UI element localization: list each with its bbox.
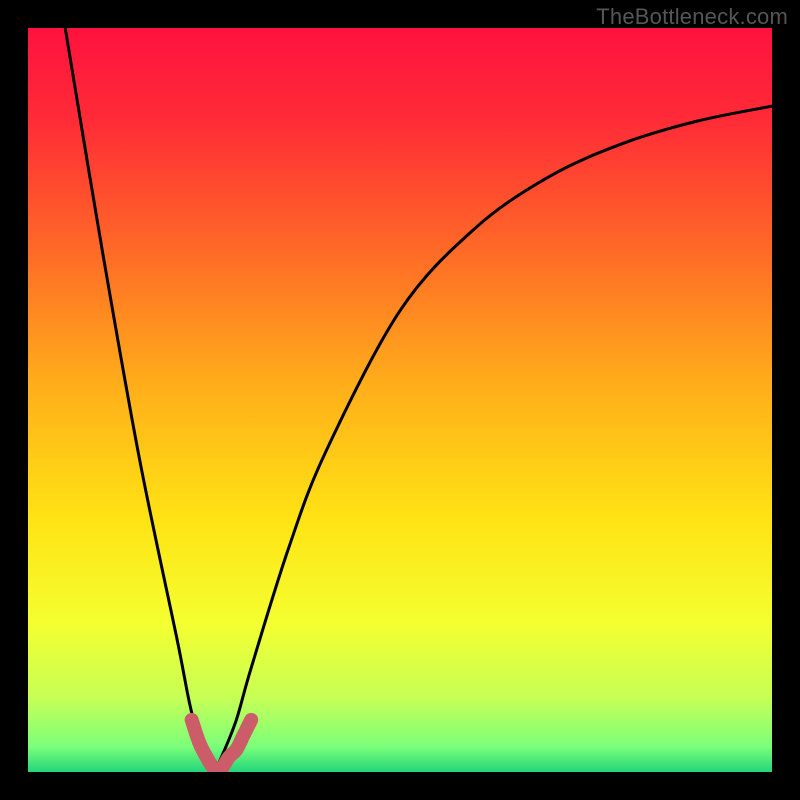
chart-frame <box>28 28 772 772</box>
bottleneck-chart <box>28 28 772 772</box>
watermark-text: TheBottleneck.com <box>596 4 788 30</box>
gradient-background <box>28 28 772 772</box>
